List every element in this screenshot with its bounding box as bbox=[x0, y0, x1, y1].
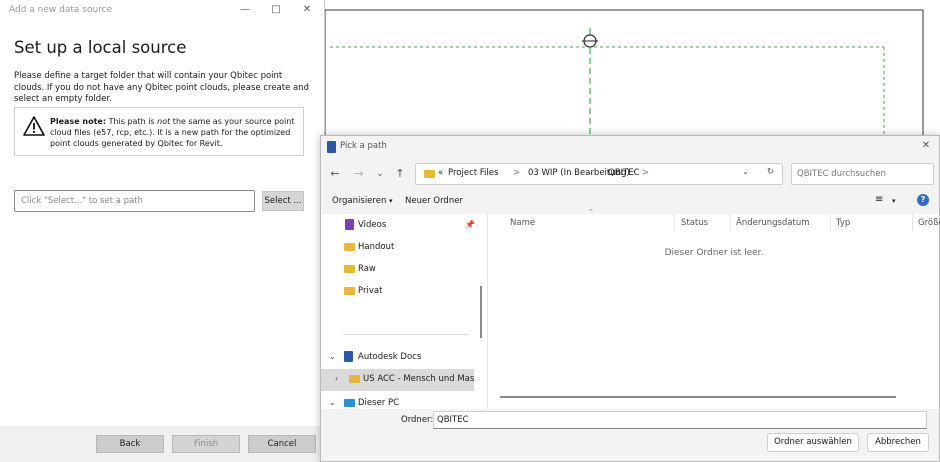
note-text: Please note: This path is not the same a… bbox=[50, 116, 300, 149]
folder-label: Ordner: bbox=[401, 415, 434, 425]
expanded-chevron-icon[interactable]: ⌄ bbox=[329, 393, 336, 409]
nav-item-videos[interactable]: Videos 📌 bbox=[321, 215, 481, 235]
add-data-source-dialog: Add a new data source — □ ✕ Set up a loc… bbox=[0, 0, 325, 462]
nav-item-dieser-pc[interactable]: ⌄ Dieser PC bbox=[321, 393, 481, 409]
picker-title: Pick a path bbox=[340, 141, 387, 151]
picker-close-icon[interactable]: ✕ bbox=[919, 139, 933, 153]
warning-icon bbox=[23, 116, 45, 136]
organize-button[interactable]: Organisieren ▾ bbox=[332, 196, 393, 206]
nav-item-label: Autodesk Docs bbox=[358, 352, 422, 362]
address-bar[interactable]: « Project Files > 03 WIP (In Bearbeitung… bbox=[415, 163, 783, 185]
pick-path-dialog: Pick a path ✕ ← → ⌄ ↑ « Project Files > … bbox=[320, 135, 940, 462]
nav-item-handout[interactable]: Handout bbox=[321, 237, 481, 257]
wizard-titlebar: Add a new data source — □ ✕ bbox=[0, 0, 325, 22]
folder-name-input[interactable]: QBITEC bbox=[433, 411, 927, 429]
finish-button[interactable]: Finish bbox=[172, 435, 240, 453]
caret-down-icon: ▾ bbox=[389, 197, 393, 205]
back-arrow-icon[interactable]: ← bbox=[328, 167, 342, 181]
navigation-pane: Videos 📌 Handout Raw Privat ⌄ Autodesk D… bbox=[321, 214, 486, 409]
wizard-title: Add a new data source bbox=[9, 5, 113, 15]
cancel-button[interactable]: Cancel bbox=[248, 435, 316, 453]
nav-item-label: Raw bbox=[358, 264, 376, 274]
folder-icon bbox=[344, 265, 355, 273]
nav-item-label: Privat bbox=[358, 286, 383, 296]
picker-titlebar: Pick a path ✕ bbox=[321, 136, 939, 158]
nav-item-label: Dieser PC bbox=[358, 398, 400, 408]
column-divider[interactable] bbox=[912, 214, 913, 232]
column-header-date[interactable]: Änderungsdatum bbox=[736, 218, 810, 228]
folder-icon bbox=[344, 287, 355, 295]
breadcrumb-overflow[interactable]: « bbox=[438, 168, 443, 178]
nav-item-privat[interactable]: Privat bbox=[321, 281, 481, 301]
maximize-icon[interactable]: □ bbox=[269, 3, 283, 17]
breadcrumb-separator-icon: > bbox=[642, 168, 650, 178]
new-folder-button[interactable]: Neuer Ordner bbox=[405, 196, 463, 206]
help-icon[interactable]: ? bbox=[917, 194, 929, 206]
up-arrow-icon[interactable]: ↑ bbox=[393, 167, 407, 181]
view-options-icon[interactable]: ≡ bbox=[875, 194, 883, 205]
wizard-footer: Back Finish Cancel bbox=[0, 426, 325, 462]
back-button[interactable]: Back bbox=[96, 435, 164, 453]
nav-item-label: Videos bbox=[358, 220, 387, 230]
nav-divider bbox=[343, 334, 469, 335]
pin-icon: 📌 bbox=[465, 220, 475, 229]
note-emphasis: not bbox=[157, 117, 171, 126]
column-divider[interactable] bbox=[674, 214, 675, 232]
nav-scrollbar[interactable] bbox=[480, 286, 482, 338]
nav-item-us-acc[interactable]: › US ACC - Mensch und Maschine bbox=[321, 369, 474, 391]
instructions-text: Please define a target folder that will … bbox=[14, 71, 310, 104]
breadcrumb-project-files[interactable]: Project Files bbox=[448, 168, 498, 178]
note-box: Please note: This path is not the same a… bbox=[14, 107, 304, 156]
page-title: Set up a local source bbox=[14, 38, 187, 57]
forward-arrow-icon[interactable]: → bbox=[352, 167, 366, 181]
nav-item-label: US ACC - Mensch und Maschine bbox=[363, 374, 474, 384]
note-label: Please note: bbox=[50, 117, 107, 126]
app-icon bbox=[327, 141, 336, 153]
minimize-icon[interactable]: — bbox=[238, 3, 252, 17]
autodesk-docs-icon bbox=[344, 351, 353, 362]
column-divider[interactable] bbox=[830, 214, 831, 232]
organize-label: Organisieren bbox=[332, 196, 387, 206]
column-header-type[interactable]: Typ bbox=[836, 218, 850, 228]
column-header-status[interactable]: Status bbox=[681, 218, 708, 228]
view-options-caret-icon[interactable]: ▾ bbox=[892, 197, 896, 205]
column-header-name[interactable]: Name bbox=[510, 218, 535, 228]
select-folder-button[interactable]: Ordner auswählen bbox=[767, 433, 859, 452]
breadcrumb-qbitec[interactable]: QBITEC bbox=[608, 168, 640, 178]
picker-toolbar: Organisieren ▾ Neuer Ordner ≡ ▾ ? bbox=[321, 190, 939, 214]
path-input[interactable]: Click "Select..." to set a path bbox=[14, 190, 255, 212]
picker-cancel-button[interactable]: Abbrechen bbox=[867, 433, 929, 452]
folder-icon bbox=[349, 375, 360, 383]
folder-icon bbox=[344, 243, 355, 251]
column-header-size[interactable]: Größe bbox=[918, 218, 940, 228]
nav-item-raw[interactable]: Raw bbox=[321, 259, 481, 279]
picker-footer: Ordner: QBITEC Ordner auswählen Abbreche… bbox=[321, 409, 939, 461]
folder-icon bbox=[424, 170, 435, 178]
breadcrumb-separator-icon: > bbox=[513, 168, 521, 178]
picker-navbar: ← → ⌄ ↑ « Project Files > 03 WIP (In Bea… bbox=[321, 158, 939, 190]
nav-item-label: Handout bbox=[358, 242, 395, 252]
empty-folder-message: Dieser Ordner ist leer. bbox=[664, 248, 764, 258]
select-path-button[interactable]: Select ... bbox=[262, 191, 304, 211]
horizontal-scrollbar[interactable] bbox=[500, 396, 896, 398]
close-icon[interactable]: ✕ bbox=[300, 3, 314, 17]
crosshair-marker-icon bbox=[582, 34, 598, 48]
search-input[interactable]: QBITEC durchsuchen bbox=[791, 163, 934, 185]
videos-folder-icon bbox=[345, 219, 354, 230]
address-dropdown-icon[interactable]: ⌄ bbox=[742, 167, 749, 177]
collapsed-chevron-icon[interactable]: › bbox=[335, 369, 338, 389]
expanded-chevron-icon[interactable]: ⌄ bbox=[329, 347, 336, 367]
nav-item-autodesk-docs[interactable]: ⌄ Autodesk Docs bbox=[321, 347, 481, 367]
note-part1: This path is bbox=[106, 117, 158, 126]
file-list-pane: ⌃ Name Status Änderungsdatum Typ Größe D… bbox=[487, 208, 940, 409]
pc-icon bbox=[344, 399, 355, 407]
refresh-icon[interactable]: ↻ bbox=[767, 167, 774, 177]
recent-locations-chevron-icon[interactable]: ⌄ bbox=[373, 167, 387, 181]
sort-indicator-icon: ⌃ bbox=[588, 208, 594, 216]
column-divider[interactable] bbox=[730, 214, 731, 232]
